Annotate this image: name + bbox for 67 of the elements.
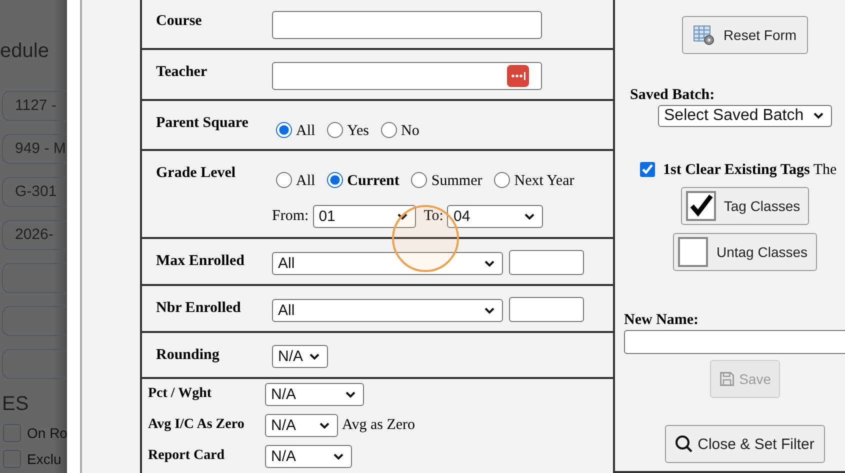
- field-label: Grade Level: [156, 164, 237, 183]
- saved-batch-label: Saved Batch:: [630, 87, 716, 104]
- input-field[interactable]: [272, 11, 542, 39]
- field-label: Teacher: [156, 63, 208, 82]
- field-label: Pct / Wght: [148, 385, 213, 403]
- radio-button[interactable]: [327, 122, 344, 138]
- dropdown[interactable]: N/A: [265, 445, 352, 468]
- radio-button[interactable]: [494, 172, 510, 188]
- password-manager-icon[interactable]: [507, 65, 529, 87]
- radio-label: Yes: [347, 122, 369, 140]
- new-name-label: New Name:: [624, 312, 700, 329]
- empty-box-icon: [678, 237, 708, 267]
- radio-label: Next Year: [514, 172, 574, 190]
- from-dropdown[interactable]: 01: [312, 205, 416, 228]
- untag-classes-button[interactable]: Untag Classes: [673, 233, 817, 271]
- chevron-down-icon: [484, 306, 495, 314]
- radio-label: Summer: [431, 172, 482, 190]
- section-heading: ES: [2, 393, 30, 416]
- dropdown[interactable]: All: [272, 299, 503, 322]
- field-label: Nbr Enrolled: [156, 299, 242, 318]
- checkbox-label: On Ro: [27, 425, 68, 441]
- page-heading: edule: [0, 40, 50, 63]
- table-gear-icon: [693, 24, 716, 46]
- reset-form-button[interactable]: Reset Form: [682, 16, 808, 54]
- checkbox-label: Exclu: [27, 451, 62, 467]
- search-icon: [674, 435, 693, 453]
- dropdown[interactable]: N/A: [272, 345, 328, 368]
- radio-button[interactable]: [411, 172, 428, 188]
- field-label: Rounding: [156, 346, 220, 365]
- chevron-down-icon: [319, 422, 330, 430]
- chevron-down-icon: [345, 390, 356, 398]
- chevron-down-icon: [333, 452, 344, 460]
- checked-box-icon: [686, 191, 716, 221]
- radio-button[interactable]: [276, 122, 292, 138]
- option-note: Avg as Zero: [342, 416, 416, 434]
- radio-button[interactable]: [276, 172, 292, 188]
- chevron-down-icon: [813, 112, 824, 120]
- dropdown[interactable]: N/A: [265, 414, 338, 437]
- radio-label: All: [296, 122, 316, 140]
- field-label: Parent Square: [156, 114, 250, 133]
- field-label: Report Card: [148, 447, 226, 465]
- field-label: Avg I/C As Zero: [148, 416, 246, 434]
- new-name-field[interactable]: [624, 330, 845, 354]
- close-set-filter-button[interactable]: Close & Set Filter: [664, 425, 826, 463]
- radio-label: No: [401, 122, 420, 140]
- input-field[interactable]: [509, 297, 584, 322]
- dropdown[interactable]: N/A: [265, 383, 364, 406]
- dropdown[interactable]: All: [272, 252, 503, 275]
- radio-button[interactable]: [381, 122, 397, 138]
- radio-label: Current: [347, 172, 400, 190]
- input-field[interactable]: [509, 250, 584, 275]
- tag-classes-button[interactable]: Tag Classes: [680, 187, 810, 225]
- to-label: To:: [424, 208, 444, 225]
- to-dropdown[interactable]: 04: [447, 205, 544, 228]
- checkbox-label: 1st Clear Existing Tags The: [663, 161, 837, 179]
- saved-batch-dropdown[interactable]: Select Saved Batch: [658, 105, 832, 127]
- radio-button[interactable]: [327, 172, 344, 188]
- input-field[interactable]: [272, 62, 542, 90]
- chevron-down-icon: [396, 212, 408, 220]
- checkbox[interactable]: [640, 162, 655, 176]
- chevron-down-icon: [484, 260, 495, 268]
- chevron-down-icon: [524, 212, 536, 220]
- from-label: From:: [272, 208, 309, 225]
- field-label: Course: [156, 12, 203, 31]
- chevron-down-icon: [309, 352, 320, 360]
- radio-label: All: [296, 172, 316, 190]
- field-label: Max Enrolled: [156, 252, 246, 271]
